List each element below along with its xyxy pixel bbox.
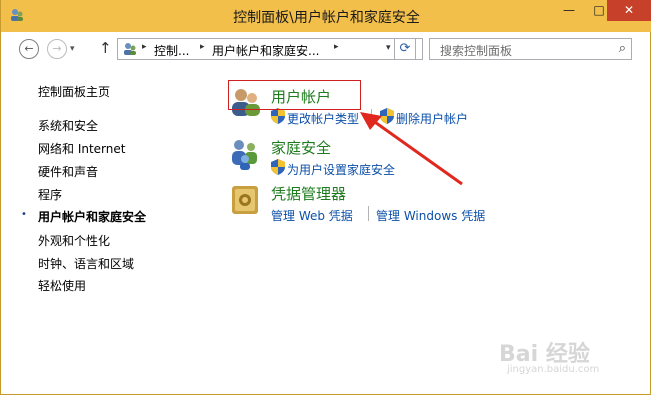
annotation-highlight-box (228, 80, 361, 110)
sidebar-item-programs[interactable]: 程序 (38, 186, 62, 203)
sidebar: 控制面板主页 系统和安全 网络和 Internet 硬件和声音 程序 • 用户帐… (1, 66, 211, 366)
category-title[interactable]: 家庭安全 (271, 137, 331, 158)
sidebar-item-home[interactable]: 控制面板主页 (38, 83, 110, 100)
up-button[interactable]: ↑ (99, 39, 112, 57)
breadcrumb-chevron-icon[interactable]: ▸ (334, 42, 339, 52)
recent-locations-chevron-icon[interactable]: ▾ (70, 44, 75, 54)
back-button[interactable]: ← (19, 39, 39, 59)
breadcrumb-control-panel[interactable]: 控制... (154, 42, 189, 59)
manage-windows-credentials-link[interactable]: 管理 Windows 凭据 (376, 207, 485, 224)
uac-shield-icon (271, 159, 285, 175)
breadcrumb-user-accounts[interactable]: 用户帐户和家庭安... (212, 42, 319, 59)
title-bar: 控制面板\用户帐户和家庭安全 — □ ✕ (1, 0, 651, 32)
breadcrumb-chevron-icon[interactable]: ▸ (142, 42, 147, 52)
baidu-watermark: Bai 经验 jingyan.baidu.com (499, 336, 599, 375)
search-input[interactable]: 搜索控制面板 ⌕ (429, 38, 632, 60)
uac-shield-icon (271, 108, 285, 124)
close-button[interactable]: ✕ (607, 0, 651, 21)
refresh-button[interactable]: ⟳ (394, 38, 416, 60)
address-bar[interactable]: ▸ 控制... ▸ 用户帐户和家庭安... ▸ ▾ (117, 38, 423, 60)
minimize-button[interactable]: — (555, 0, 583, 21)
change-account-type-link[interactable]: 更改帐户类型 (287, 110, 359, 127)
control-panel-icon (124, 43, 136, 55)
sidebar-item-network[interactable]: 网络和 Internet (38, 140, 125, 157)
category-title[interactable]: 凭据管理器 (271, 183, 346, 204)
sidebar-item-ease-of-access[interactable]: 轻松使用 (38, 277, 86, 294)
credential-vault-icon[interactable] (229, 183, 263, 217)
forward-button[interactable]: → (47, 39, 67, 59)
address-dropdown-icon[interactable]: ▾ (386, 43, 391, 53)
window-title: 控制面板\用户帐户和家庭安全 (233, 10, 420, 26)
breadcrumb-chevron-icon[interactable]: ▸ (200, 42, 205, 52)
navigation-toolbar: ← → ▾ ↑ ▸ 控制... ▸ 用户帐户和家庭安... ▸ ▾ ⟳ 搜索控制… (9, 32, 644, 66)
link-separator (368, 206, 369, 221)
active-bullet-icon: • (21, 209, 27, 220)
sidebar-item-system-security[interactable]: 系统和安全 (38, 117, 98, 134)
sidebar-item-user-accounts[interactable]: 用户帐户和家庭安全 (38, 208, 146, 225)
sidebar-item-hardware[interactable]: 硬件和声音 (38, 163, 98, 180)
watermark-url: jingyan.baidu.com (507, 364, 600, 375)
family-safety-icon[interactable] (229, 137, 263, 171)
annotation-arrow-icon (360, 112, 463, 186)
search-placeholder: 搜索控制面板 (440, 44, 513, 58)
sidebar-item-clock-region[interactable]: 时钟、语言和区域 (38, 255, 134, 272)
manage-web-credentials-link[interactable]: 管理 Web 凭据 (271, 207, 353, 224)
search-icon[interactable]: ⌕ (619, 41, 626, 56)
sidebar-item-appearance[interactable]: 外观和个性化 (38, 232, 110, 249)
control-panel-window: 控制面板\用户帐户和家庭安全 — □ ✕ ← → ▾ ↑ ▸ 控制... ▸ 用… (0, 0, 651, 395)
